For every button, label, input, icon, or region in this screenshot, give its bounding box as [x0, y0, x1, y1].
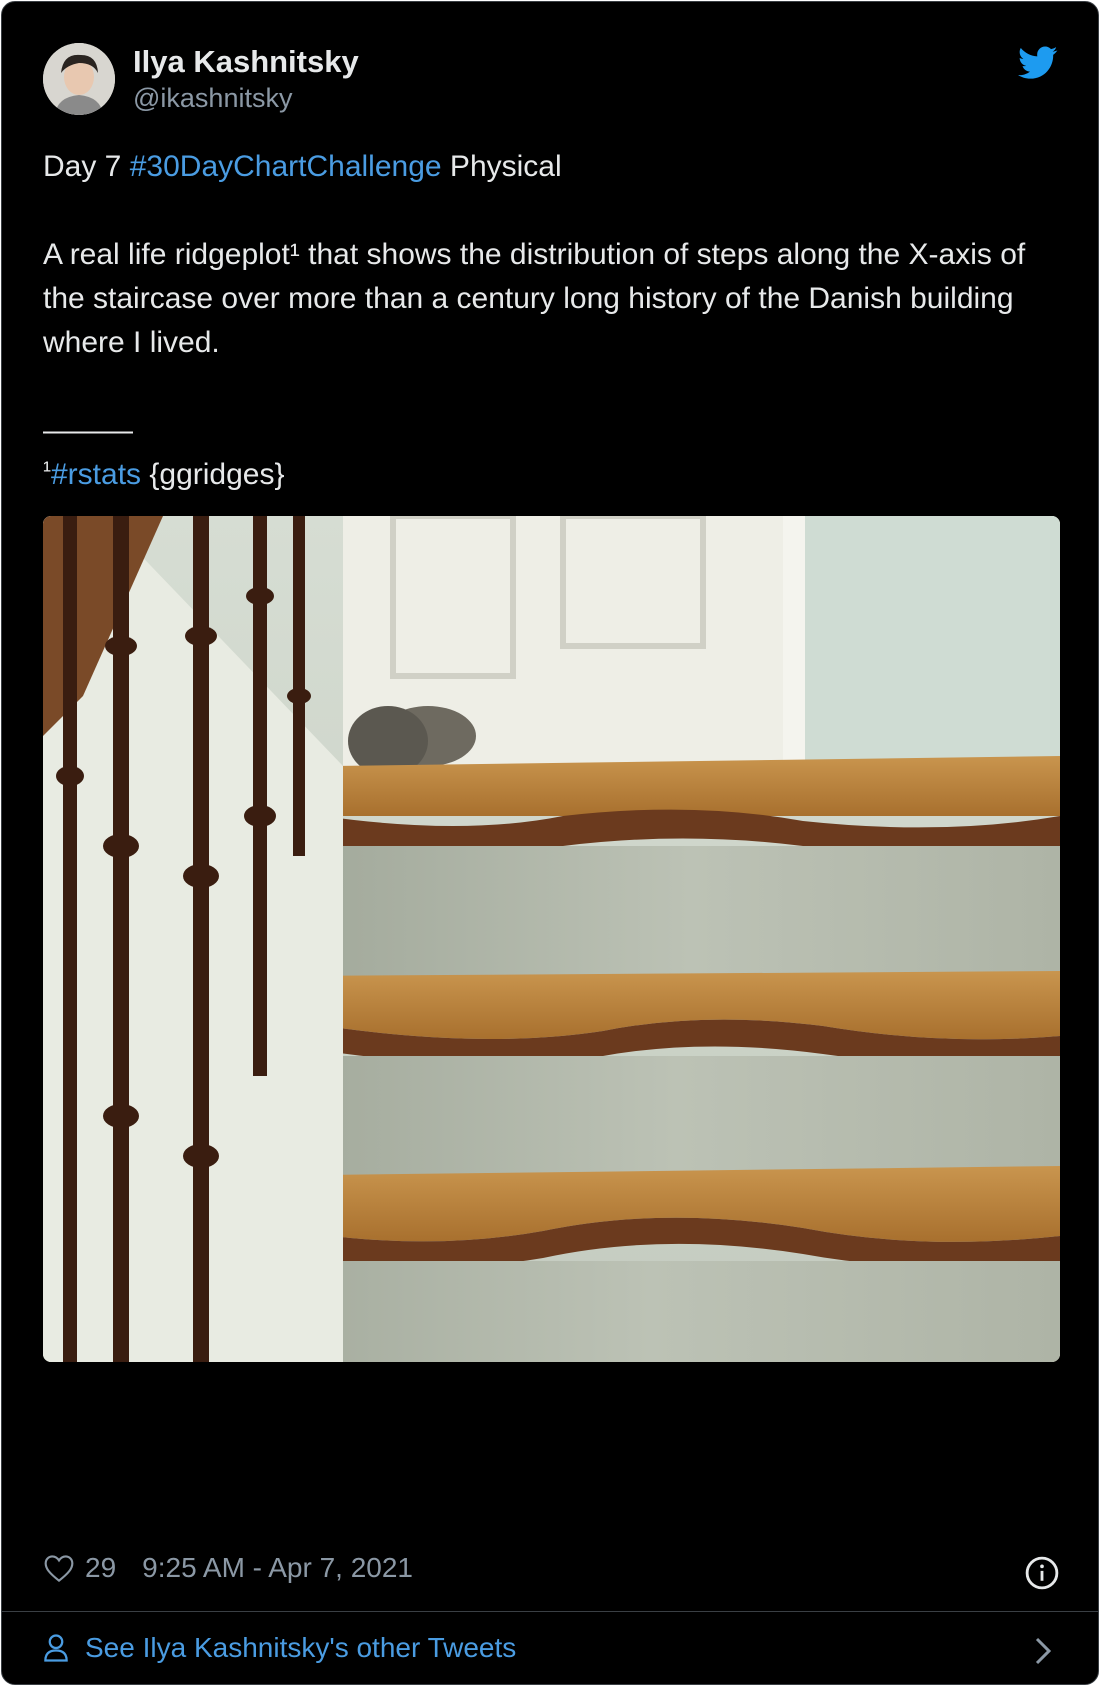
tweet-body: A real life ridgeplot¹ that shows the di… [43, 238, 1026, 359]
heart-icon[interactable] [43, 1553, 75, 1583]
tweet-timestamp[interactable]: 9:25 AM - Apr 7, 2021 [142, 1552, 413, 1584]
author-handle[interactable]: @ikashnitsky [133, 83, 292, 114]
author-name[interactable]: Ilya Kashnitsky [133, 44, 359, 80]
tweet-prefix: Day 7 [43, 150, 130, 183]
avatar-image [43, 43, 115, 115]
person-icon [44, 1634, 68, 1662]
tweet-card: Ilya Kashnitsky @ikashnitsky Day 7 #30Da… [1, 1, 1099, 1685]
twitter-bird-icon[interactable] [1018, 46, 1058, 80]
tweet-separator: ——— [43, 414, 133, 447]
hashtag-30daychartchallenge[interactable]: #30DayChartChallenge [130, 150, 442, 183]
see-more-tweets-link[interactable]: See Ilya Kashnitsky's other Tweets [43, 1632, 516, 1664]
tweet-text: Day 7 #30DayChartChallenge Physical A re… [43, 145, 1063, 499]
footnote-mark: ¹ [43, 457, 51, 484]
chevron-right-icon[interactable] [1033, 1636, 1053, 1666]
like-count[interactable]: 29 [85, 1552, 116, 1584]
tweet-suffix: Physical [441, 150, 562, 183]
tweet-footnote: ¹#rstats {ggridges} [43, 453, 1063, 499]
tweet-photo[interactable] [43, 516, 1060, 1362]
see-more-label: See Ilya Kashnitsky's other Tweets [85, 1632, 517, 1663]
info-icon[interactable] [1025, 1556, 1059, 1590]
divider [2, 1611, 1098, 1612]
hashtag-rstats[interactable]: #rstats [51, 458, 141, 491]
footnote-suffix: {ggridges} [141, 458, 285, 491]
staircase-photo [43, 516, 1060, 1362]
avatar[interactable] [43, 43, 115, 115]
tweet-meta: 29 9:25 AM - Apr 7, 2021 [43, 1552, 413, 1584]
tweet-line-1: Day 7 #30DayChartChallenge Physical [43, 145, 1063, 189]
